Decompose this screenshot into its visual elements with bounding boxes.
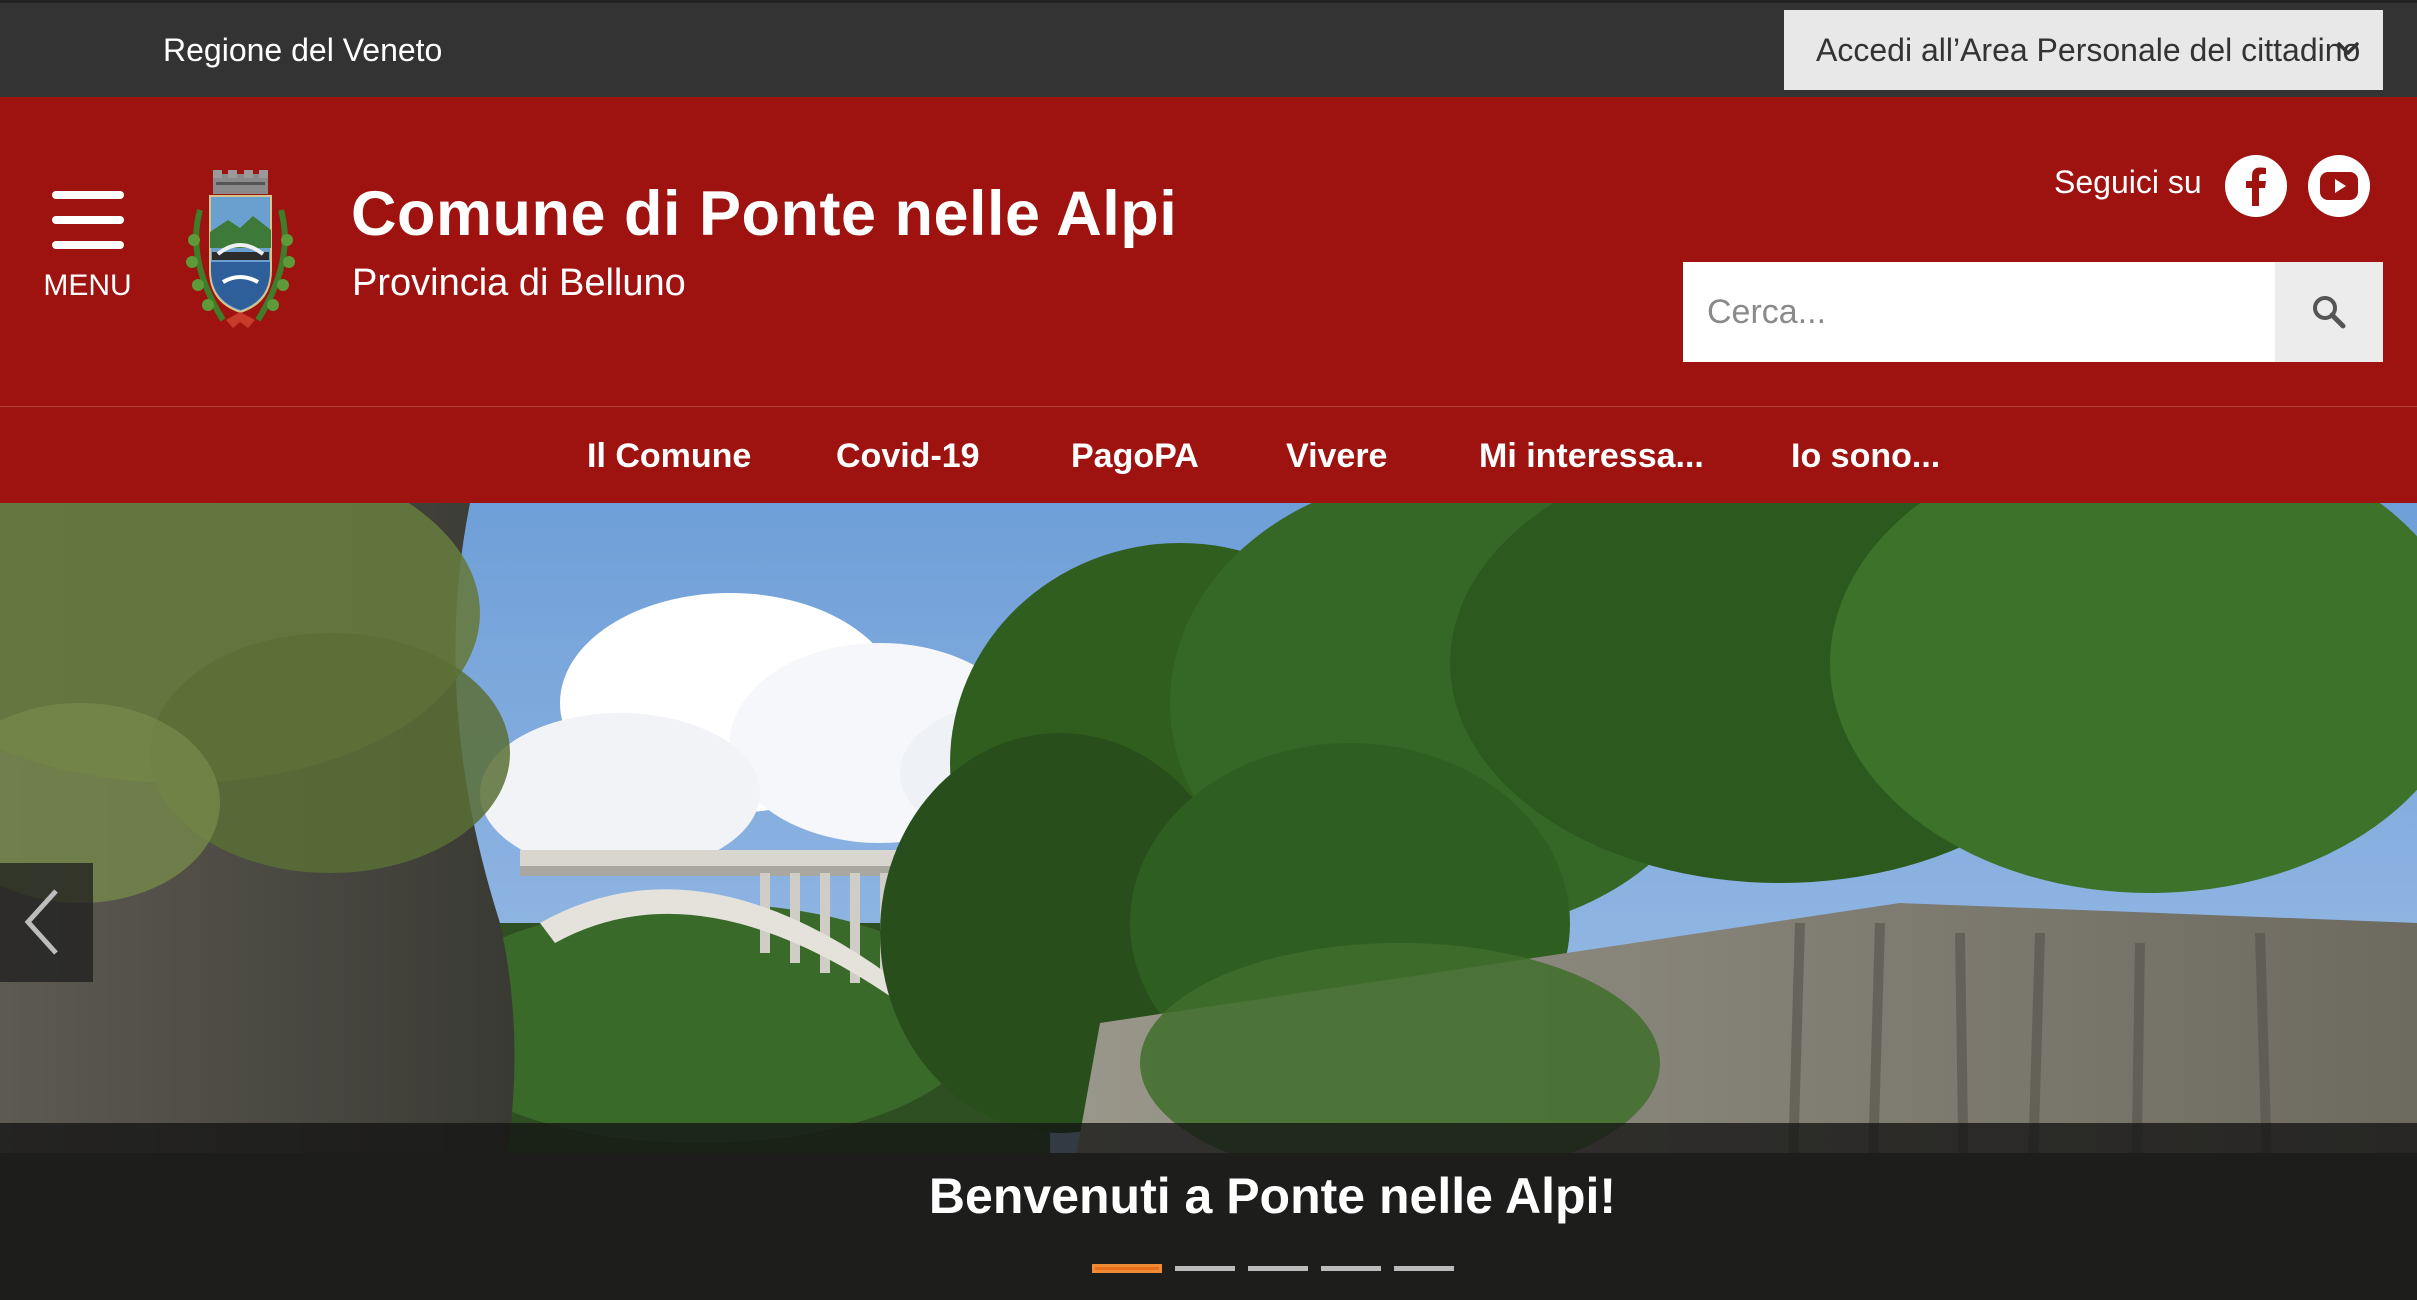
carousel-indicator-5[interactable] <box>1394 1266 1454 1271</box>
search-button[interactable] <box>2275 262 2383 362</box>
nav-item-covid-19[interactable]: Covid-19 <box>836 437 980 476</box>
region-link[interactable]: Regione del Veneto <box>163 32 442 69</box>
facebook-link[interactable] <box>2225 155 2287 217</box>
login-dropdown[interactable]: Accedi all’Area Personale del cittadino <box>1784 10 2383 90</box>
carousel-prev-button[interactable] <box>0 863 93 982</box>
carousel-indicators <box>1092 1264 1467 1273</box>
chevron-left-icon <box>24 889 58 955</box>
carousel-indicator-1[interactable] <box>1092 1264 1162 1273</box>
hamburger-icon <box>52 191 124 266</box>
facebook-icon <box>2246 167 2266 206</box>
nav-item-mi-interessa[interactable]: Mi interessa... <box>1479 437 1704 476</box>
youtube-link[interactable] <box>2308 155 2370 217</box>
main-navigation: Il Comune Covid-19 PagoPA Vivere Mi inte… <box>0 407 2417 503</box>
coat-of-arms-logo[interactable] <box>178 170 303 332</box>
carousel-indicator-2[interactable] <box>1175 1266 1235 1271</box>
nav-item-io-sono[interactable]: Io sono... <box>1791 437 1940 476</box>
search-input[interactable] <box>1683 262 2275 362</box>
search-icon <box>2313 296 2346 329</box>
nav-item-vivere[interactable]: Vivere <box>1286 437 1387 476</box>
follow-us-label: Seguici su <box>2054 164 2202 200</box>
chevron-down-icon <box>2337 42 2359 55</box>
site-header: Comune di Ponte nelle Alpi Provincia di … <box>0 97 2417 407</box>
nav-item-pagopa[interactable]: PagoPA <box>1071 437 1199 476</box>
hero-carousel: Benvenuti a Ponte nelle Alpi! <box>0 503 2417 1300</box>
top-utility-bar: Regione del Veneto Accedi all’Area Perso… <box>0 0 2417 97</box>
site-title[interactable]: Comune di Ponte nelle Alpi <box>351 178 1177 250</box>
menu-label[interactable]: MENU <box>40 269 135 303</box>
site-subtitle: Provincia di Belluno <box>352 262 686 304</box>
youtube-icon <box>2320 172 2358 200</box>
carousel-indicator-3[interactable] <box>1248 1266 1308 1271</box>
nav-item-il-comune[interactable]: Il Comune <box>587 437 751 476</box>
carousel-caption: Benvenuti a Ponte nelle Alpi! <box>928 1168 1617 1224</box>
login-dropdown-label: Accedi all’Area Personale del cittadino <box>1816 31 2361 68</box>
carousel-indicator-4[interactable] <box>1321 1266 1381 1271</box>
